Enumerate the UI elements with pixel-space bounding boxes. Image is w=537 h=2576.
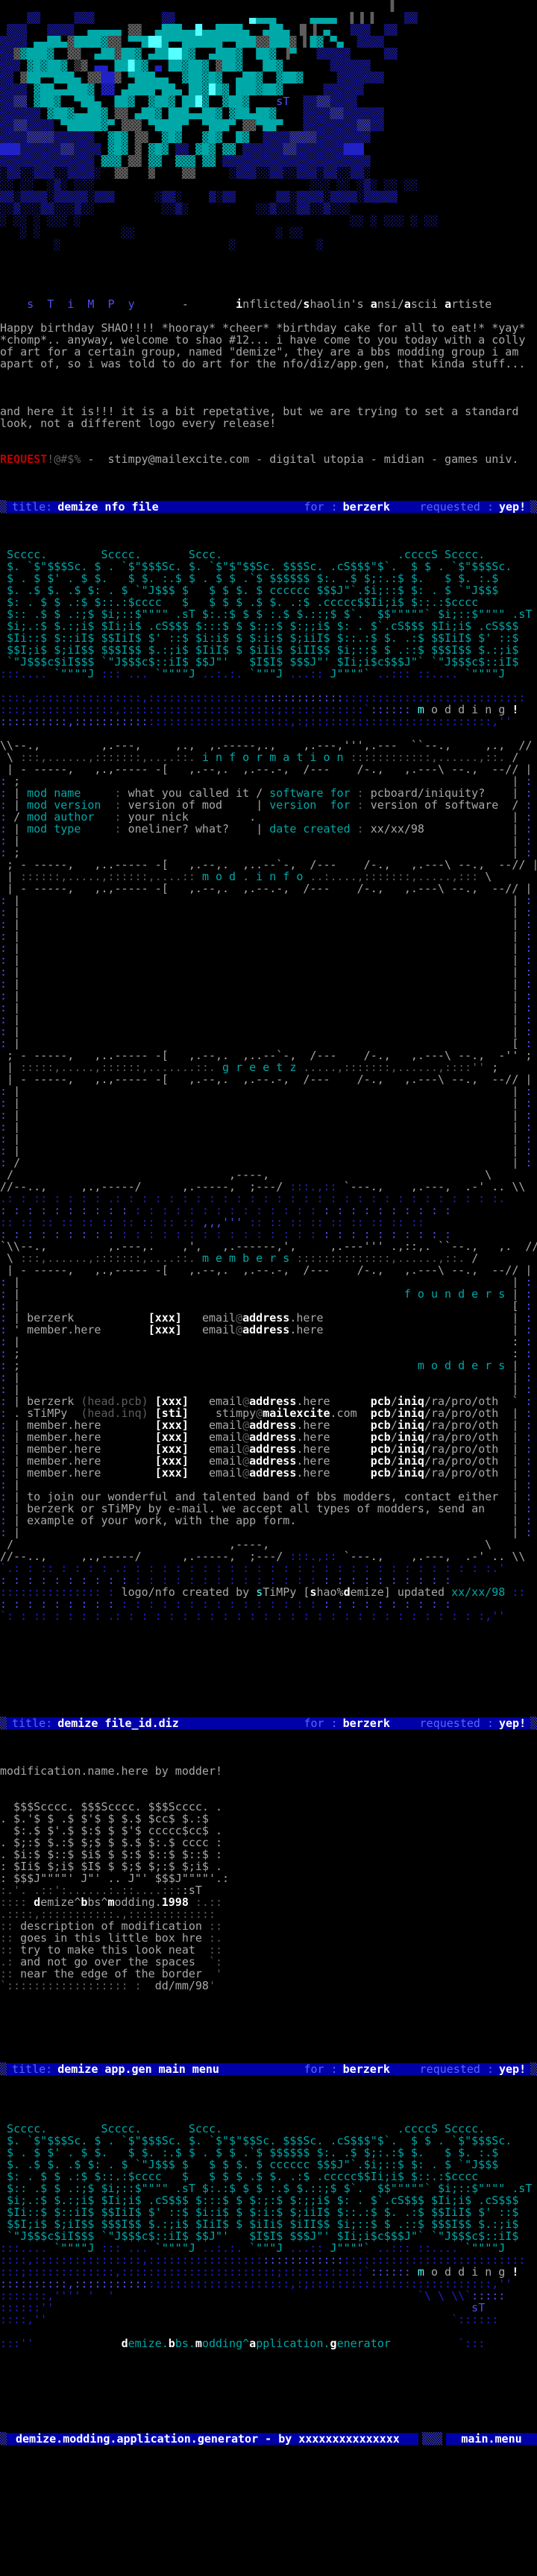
- for-label: for :: [299, 1717, 343, 1729]
- status-bar-menu-label: main.menu: [446, 2433, 537, 2445]
- bar-gap-icon: ▒▒▒: [418, 2433, 446, 2445]
- requested-label: requested :: [415, 1717, 499, 1729]
- sti-logo-art: ▌ ▒▒ ▒▒▒ ▒▒ ▄▄▄▄ ▄▄▄▄ ▌▐ ▌ ▒▒ ▒▒▒ ▒▒▒▒ ▄…: [0, 0, 537, 298]
- bar-edge-icon: ▒: [0, 2433, 7, 2445]
- artist-line: s T i M P y - inflicted/shaolin's ansi/a…: [0, 298, 537, 310]
- intro-text: Happy birthday SHAO!!!! *hooray* *cheer*…: [0, 310, 537, 453]
- bar-edge-icon: ▒: [0, 1717, 7, 1729]
- menu-item-quit-app-gen[interactable]: [0, 2409, 537, 2421]
- requested-value: yep!: [499, 1717, 530, 1729]
- for-label: for :: [299, 2063, 343, 2075]
- greetz-box: ; - -----,___,..----- -[___,.--,.__,..--…: [0, 1049, 537, 1193]
- bar-edge-icon: ▒: [530, 501, 537, 513]
- bar-edge-icon: ▒: [0, 501, 7, 513]
- menu-item-apply-as-modder[interactable]: [0, 2373, 537, 2385]
- appgen-banner: ::::,::::::::::::::::,::::::::::::::::::…: [0, 2254, 537, 2337]
- information-box: \\--.,_________,.---,_____,.,__,.-----,.…: [0, 727, 537, 1049]
- title-value: demize file_id.diz: [57, 1717, 298, 1729]
- members-box: .: : :: : : : : .: : : : : : : : : : : :…: [0, 1193, 537, 1658]
- bar-edge-icon: ▒: [0, 2063, 7, 2075]
- for-label: for :: [299, 501, 343, 513]
- title-value: demize nfo file: [57, 501, 298, 513]
- status-bar: ▒ demize.modding.application.generator -…: [0, 2433, 537, 2445]
- requested-value: yep!: [499, 501, 530, 513]
- title-label: title:: [7, 1717, 57, 1729]
- demize-logo-art: Scccc. Scccc. Sccc. .ccccS Scccc. $. `$"…: [0, 549, 537, 680]
- titlebar-nfo: ▒ title: demize nfo file for : berzerk r…: [0, 501, 537, 513]
- titlebar-appgen: ▒ title: demize app.gen main menu for : …: [0, 2063, 537, 2075]
- status-bar-title: demize.modding.application.generator - b…: [7, 2433, 418, 2445]
- title-value: demize app.gen main menu: [57, 2063, 298, 2075]
- menu-item-apply-as-distro[interactable]: [0, 2385, 537, 2397]
- title-label: title:: [7, 501, 57, 513]
- for-value: berzerk: [343, 2063, 415, 2075]
- requested-label: requested :: [415, 2063, 499, 2075]
- appgen-logo-art: Scccc. Scccc. Sccc. .ccccS Scccc. $. `$"…: [0, 2123, 537, 2254]
- title-label: title:: [7, 2063, 57, 2075]
- modding-banner: ::::,::::::::::::::::,::::::::::::::::::…: [0, 680, 537, 727]
- bar-edge-icon: ▒: [530, 1717, 537, 1729]
- appgen-title: :::'' demize.bbs.modding^application.gen…: [0, 2337, 537, 2349]
- bar-edge-icon: ▒: [530, 2063, 537, 2075]
- titlebar-fileid: ▒ title: demize file_id.diz for : berzer…: [0, 1717, 537, 1729]
- ansi-screen: ▌ ▒▒ ▒▒▒ ▒▒ ▄▄▄▄ ▄▄▄▄ ▌▐ ▌ ▒▒ ▒▒▒ ▒▒▒▒ ▄…: [0, 0, 537, 2576]
- for-value: berzerk: [343, 1717, 415, 1729]
- requested-label: requested :: [415, 501, 499, 513]
- requested-value: yep!: [499, 2063, 530, 2075]
- request-line: REQUEST!@#$% - _stimpy@mailexcite.com - …: [0, 453, 537, 465]
- fileid-box: modification.name.here by modder! $$$Scc…: [0, 1729, 537, 2004]
- for-value: berzerk: [343, 501, 415, 513]
